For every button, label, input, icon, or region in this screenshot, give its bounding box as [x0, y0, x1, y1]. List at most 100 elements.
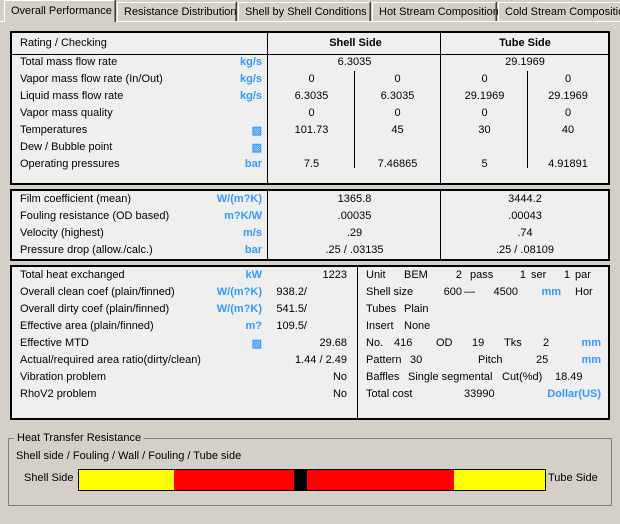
- thickness-label: Tks: [504, 337, 522, 349]
- table-row: Operating pressures bar 7.5 7.46865 5 4.…: [12, 157, 608, 174]
- performance-table: Rating / Checking Shell Side Tube Side T…: [10, 31, 610, 185]
- cell-shell-out: 45: [391, 124, 404, 136]
- row-label: Film coefficient (mean): [20, 193, 132, 205]
- cell-tube-out: 0: [564, 73, 572, 85]
- cell-shell-in: 6.3035: [294, 90, 329, 102]
- column-header-shell-side: Shell Side: [329, 37, 382, 49]
- row-unit: W/(m?K): [216, 193, 262, 205]
- cell-shell: 6.3035: [337, 56, 372, 68]
- od-value: 19: [472, 337, 485, 349]
- column-header-tube-side: Tube Side: [499, 37, 551, 49]
- row-unit: kg/s: [239, 73, 262, 85]
- row-label: Velocity (highest): [20, 227, 104, 239]
- pitch-label: Pitch: [478, 354, 503, 366]
- cell-shell: .29: [346, 227, 363, 239]
- bar-label-shell-side: Shell Side: [24, 472, 74, 484]
- row-label: Vapor mass flow rate (In/Out): [20, 73, 163, 85]
- resistance-segment-fouling-shell: [174, 470, 294, 490]
- tab-shell-by-shell-conditions[interactable]: Shell by Shell Conditions: [238, 2, 370, 21]
- table-row: Dew / Bubble point ▨: [12, 140, 608, 157]
- cell-shell-in: 0: [308, 107, 315, 119]
- tab-resistance-distribution[interactable]: Resistance Distribution: [117, 2, 237, 21]
- row-unit: kg/s: [239, 90, 262, 102]
- parallel-count: 1: [563, 269, 570, 281]
- cell-tube: 3444.2: [508, 193, 542, 205]
- row-label: Temperatures: [20, 124, 88, 136]
- row-label: Vapor mass quality: [20, 107, 113, 119]
- geometry-row-shell-size: Shell size 600 — 4500 mm Hor: [12, 285, 608, 302]
- cell-shell-in: 0: [308, 73, 315, 85]
- shell-size-label: Shell size: [366, 286, 414, 298]
- tubes-value: Plain: [404, 303, 429, 315]
- row-unit: bar: [244, 244, 262, 256]
- insert-value: None: [404, 320, 431, 332]
- group-title: Heat Transfer Resistance: [14, 432, 145, 444]
- thickness-unit: mm: [581, 337, 601, 349]
- pass-count: 2: [455, 269, 462, 281]
- shell-size-unit: mm: [541, 286, 561, 298]
- table-row: Temperatures ▨ 101.73 45 30 40: [12, 123, 608, 140]
- cell-tube-in: 0: [481, 107, 488, 119]
- pattern-value: 30: [410, 354, 423, 366]
- table-header-row: Rating / Checking Shell Side Tube Side: [12, 33, 608, 54]
- tab-hot-stream-composition[interactable]: Hot Stream Composition: [372, 2, 499, 21]
- baffles-value: Single segmental: [408, 371, 493, 383]
- row-unit: m/s: [243, 227, 262, 239]
- insert-label: Insert: [366, 320, 394, 332]
- tube-number-value: 416: [394, 337, 413, 349]
- total-cost-label: Total cost: [366, 388, 413, 400]
- pattern-label: Pattern: [366, 354, 402, 366]
- tab-label: Resistance Distribution: [124, 6, 237, 18]
- table-row: Vapor mass quality 0 0 0 0: [12, 106, 608, 123]
- cell-tube: .00043: [508, 210, 542, 222]
- resistance-bar: [78, 469, 546, 491]
- resistance-segment-fouling-tube: [307, 470, 454, 490]
- table-row: Fouling resistance (OD based) m?K/W .000…: [12, 209, 608, 226]
- table-corner-label: Rating / Checking: [20, 37, 107, 49]
- cell-shell-in: 101.73: [294, 124, 329, 136]
- geometry-row-cost: Total cost 33990 Dollar(US): [12, 387, 608, 404]
- table-row: Film coefficient (mean) W/(m?K) 1365.8 3…: [12, 192, 608, 209]
- cell-shell: .25 / .03135: [325, 244, 384, 256]
- cell-tube-in: 30: [478, 124, 491, 136]
- resistance-segment-tube-side: [453, 470, 545, 490]
- tab-label: Overall Performance: [11, 5, 112, 17]
- series-label: ser: [531, 269, 547, 281]
- shell-length: 4500: [493, 286, 518, 298]
- summary-panel: Total heat exchanged kW 1223 Overall cle…: [10, 265, 610, 420]
- resistance-segment-shell-side: [79, 470, 175, 490]
- row-label: Fouling resistance (OD based): [20, 210, 170, 222]
- tab-overall-performance[interactable]: Overall Performance: [4, 0, 115, 22]
- row-unit-degc-icon: ▨: [251, 125, 262, 137]
- geometry-row-tube-count: No. 416 OD 19 Tks 2 mm: [12, 336, 608, 353]
- baffle-cut-label: Cut(%d): [502, 371, 543, 383]
- resistance-segment-wall: [293, 470, 308, 490]
- cell-shell-out: 0: [394, 73, 401, 85]
- total-cost-currency: Dollar(US): [547, 388, 601, 400]
- geometry-row-unit: Unit BEM 2 pass 1 ser 1 par: [12, 268, 608, 285]
- od-label: OD: [436, 337, 453, 349]
- cell-tube-in: 29.1969: [464, 90, 505, 102]
- table-row: Velocity (highest) m/s .29 .74: [12, 226, 608, 243]
- cell-tube: .25 / .08109: [495, 244, 555, 256]
- row-label: Operating pressures: [20, 158, 120, 170]
- unit-type: BEM: [404, 269, 428, 281]
- tube-number-label: No.: [366, 337, 384, 349]
- tab-cold-stream-composition[interactable]: Cold Stream Composition: [498, 2, 620, 21]
- table-row: Liquid mass flow rate kg/s 6.3035 6.3035…: [12, 89, 608, 106]
- tab-label: Shell by Shell Conditions: [245, 6, 367, 18]
- geometry-row-insert: Insert None: [12, 319, 608, 336]
- cell-shell-out: 7.46865: [377, 158, 418, 170]
- tab-label: Hot Stream Composition: [379, 6, 499, 18]
- bar-label-tube-side: Tube Side: [548, 472, 598, 484]
- baffle-cut-value: 18.49: [555, 371, 583, 383]
- row-unit: kg/s: [239, 56, 262, 68]
- table-row: Pressure drop (allow./calc.) bar .25 / .…: [12, 243, 608, 260]
- cell-tube-in: 5: [481, 158, 488, 170]
- geometry-row-pattern: Pattern 30 Pitch 25 mm: [12, 353, 608, 370]
- cell-shell: .00035: [337, 210, 372, 222]
- cell-shell-out: 0: [394, 107, 401, 119]
- pitch-value: 25: [536, 354, 549, 366]
- geometry-row-baffles: Baffles Single segmental Cut(%d) 18.49: [12, 370, 608, 387]
- geometry-row-tubes: Tubes Plain: [12, 302, 608, 319]
